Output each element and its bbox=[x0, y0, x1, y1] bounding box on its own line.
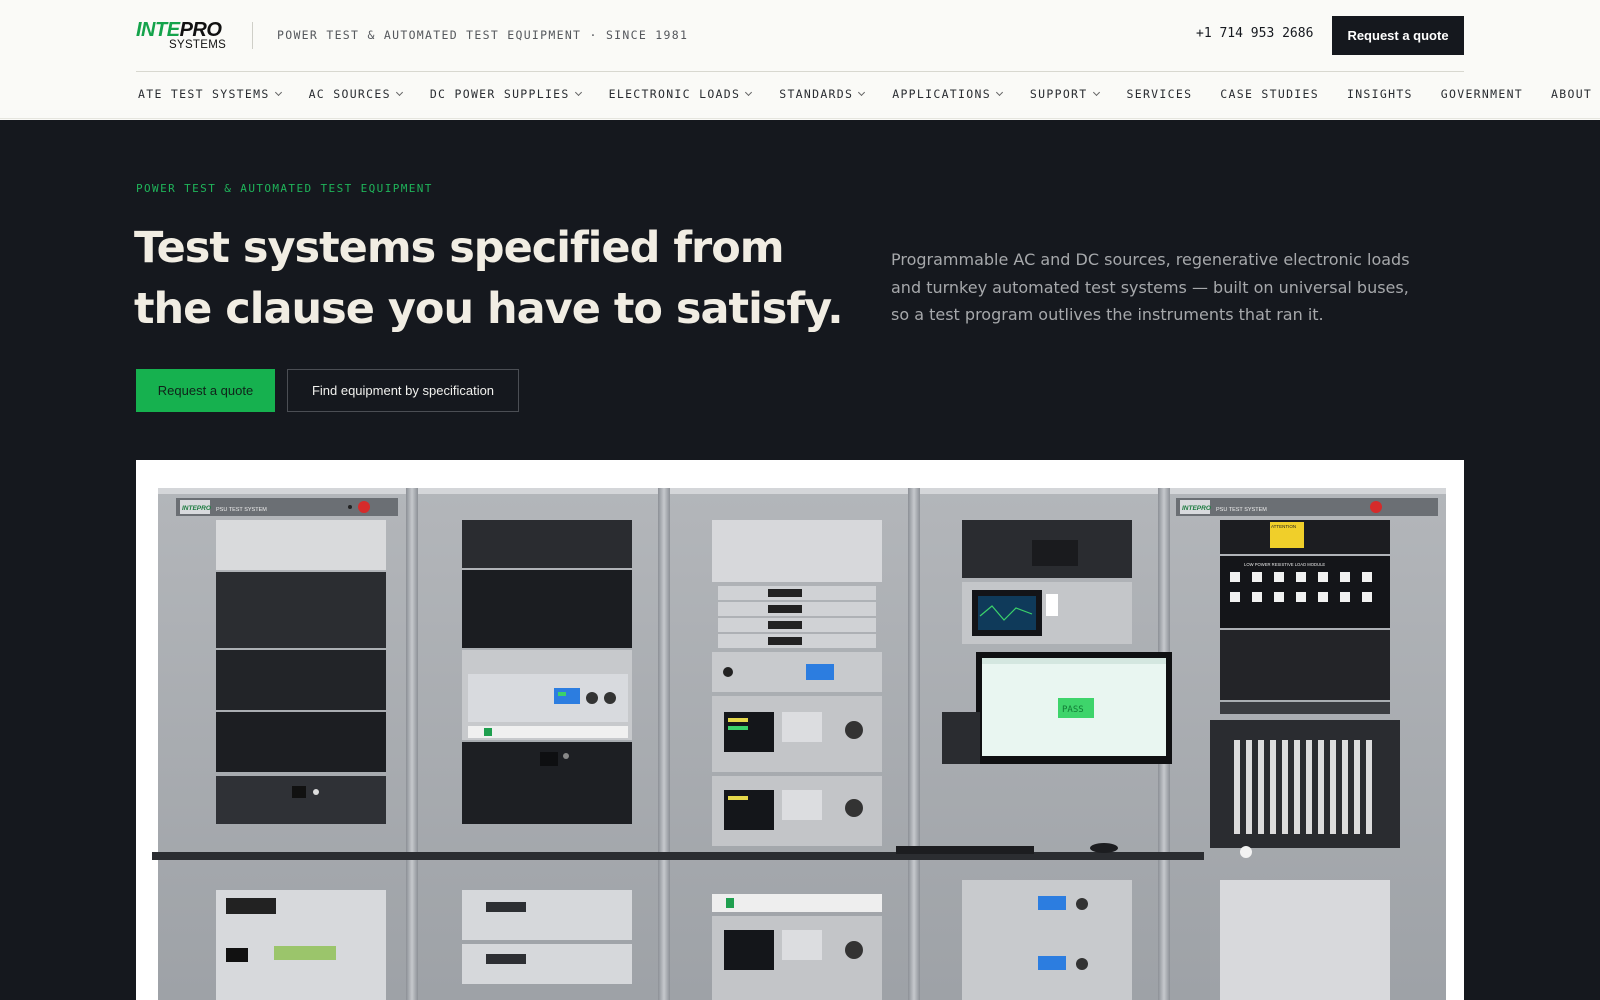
nav-item-electronic-loads[interactable]: ELECTRONIC LOADS bbox=[608, 87, 753, 101]
nav-item-label: INSIGHTS bbox=[1346, 87, 1413, 101]
hero-section: POWER TEST & AUTOMATED TEST EQUIPMENT Te… bbox=[0, 120, 1600, 1000]
nav-item-label: DC POWER SUPPLIES bbox=[429, 87, 570, 101]
nav-list: ATE TEST SYSTEMS AC SOURCES DC POWER SUPPL… bbox=[138, 87, 1600, 101]
nav-item-about[interactable]: ABOUT bbox=[1551, 87, 1592, 101]
nav-item-support[interactable]: SUPPORT bbox=[1029, 87, 1100, 101]
main-nav: ATE TEST SYSTEMS AC SOURCES DC POWER SUPPL… bbox=[0, 71, 1600, 119]
chevron-down-icon bbox=[395, 88, 403, 97]
hero-headline: Test systems specified from the clause y… bbox=[134, 223, 844, 334]
top-bar: INTEPRO SYSTEMS POWER TEST & AUTOMATED T… bbox=[0, 0, 1600, 71]
load-module-label: LOW POWER RESISTIVE LOAD MODULE bbox=[1244, 562, 1325, 567]
hero-subcopy: Programmable AC and DC sources, regenera… bbox=[891, 250, 1410, 324]
nav-item-label: ELECTRONIC LOADS bbox=[608, 87, 741, 101]
rack-logo-left: INTEPRO bbox=[182, 505, 211, 512]
brand-tagline: POWER TEST & AUTOMATED TEST EQUIPMENT · … bbox=[277, 28, 689, 42]
brand-logo[interactable]: INTEPRO SYSTEMS bbox=[136, 19, 231, 51]
request-quote-header-button[interactable]: Request a quote bbox=[1332, 16, 1464, 55]
nav-item-label: STANDARDS bbox=[779, 87, 854, 101]
nav-item-label: APPLICATIONS bbox=[892, 87, 991, 101]
nav-item-label: CASE STUDIES bbox=[1220, 87, 1319, 101]
chevron-down-icon bbox=[995, 88, 1003, 97]
chevron-down-icon bbox=[274, 88, 282, 97]
nav-item-label: SUPPORT bbox=[1029, 87, 1088, 101]
logo-subtitle: SYSTEMS bbox=[169, 39, 227, 51]
rack-label-right: PSU TEST SYSTEM bbox=[1216, 507, 1267, 513]
nav-item-government[interactable]: GOVERNMENT bbox=[1441, 87, 1523, 101]
monitor-pass-text: PASS bbox=[1062, 705, 1084, 715]
nav-item-dc-power-supplies[interactable]: DC POWER SUPPLIES bbox=[429, 87, 582, 101]
chevron-down-icon bbox=[1092, 88, 1100, 97]
nav-item-label: ATE TEST SYSTEMS bbox=[138, 87, 270, 101]
nav-item-applications[interactable]: APPLICATIONS bbox=[892, 87, 1003, 101]
logo-divider bbox=[252, 22, 253, 49]
chevron-down-icon bbox=[858, 88, 866, 97]
nav-item-label: SERVICES bbox=[1126, 87, 1193, 101]
chevron-down-icon bbox=[745, 88, 753, 97]
desk-surface bbox=[152, 852, 1204, 860]
nav-item-standards[interactable]: STANDARDS bbox=[779, 87, 866, 101]
ate-rack-illustration: INTEPRO PSU TEST SYSTEM PASS INTEPRO PSU… bbox=[152, 488, 1446, 1000]
rack-label-left: PSU TEST SYSTEM bbox=[216, 507, 267, 513]
logo-wordmark: INTEPRO bbox=[136, 19, 222, 41]
nav-item-label: AC SOURCES bbox=[308, 87, 391, 101]
nav-item-label: GOVERNMENT bbox=[1440, 87, 1524, 101]
chevron-down-icon bbox=[574, 88, 582, 97]
nav-item-ac-sources[interactable]: AC SOURCES bbox=[308, 87, 403, 101]
nav-divider bbox=[136, 71, 1464, 72]
phone-link[interactable]: +1 714 953 2686 bbox=[1196, 26, 1313, 41]
request-quote-button[interactable]: Request a quote bbox=[136, 369, 275, 412]
rack-logo-right: INTEPRO bbox=[1182, 505, 1211, 512]
nav-item-services[interactable]: SERVICES bbox=[1127, 87, 1193, 101]
find-equipment-button[interactable]: Find equipment by specification bbox=[287, 369, 519, 412]
nav-item-ate-test-systems[interactable]: ATE TEST SYSTEMS bbox=[138, 87, 282, 101]
nav-item-label: ABOUT bbox=[1551, 87, 1593, 101]
attention-label: ATTENTION bbox=[1271, 524, 1296, 529]
hero-eyebrow: POWER TEST & AUTOMATED TEST EQUIPMENT bbox=[136, 182, 433, 195]
nav-item-insights[interactable]: INSIGHTS bbox=[1347, 87, 1413, 101]
ate-rack-photo: INTEPRO PSU TEST SYSTEM PASS INTEPRO PSU… bbox=[136, 460, 1464, 1000]
nav-item-case-studies[interactable]: CASE STUDIES bbox=[1220, 87, 1319, 101]
